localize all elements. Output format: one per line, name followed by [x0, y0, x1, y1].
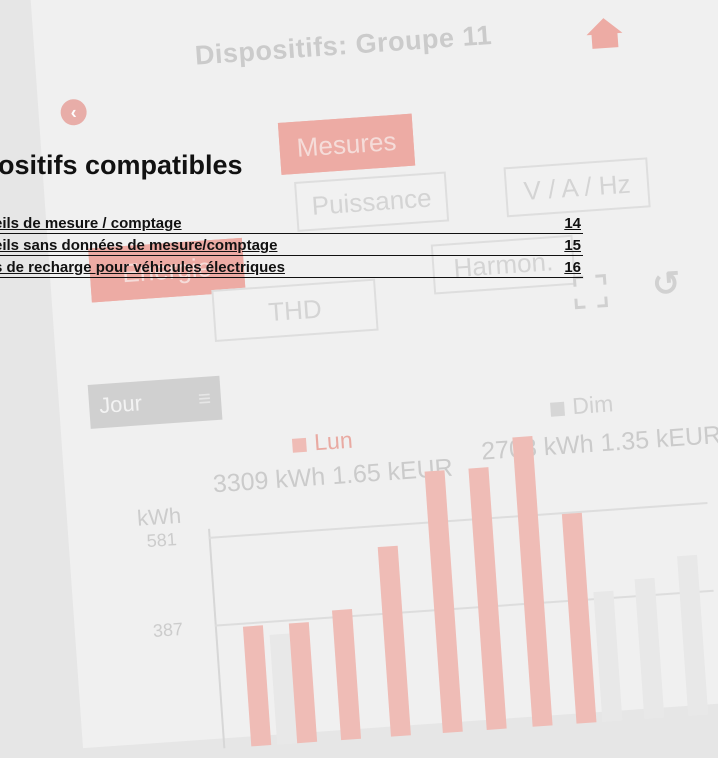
- table-of-contents: eils de mesure / comptage 14 eils sans d…: [0, 212, 583, 278]
- bar: [468, 467, 507, 730]
- legend-dim: Dim: [549, 390, 614, 421]
- bar: [512, 436, 553, 727]
- tab-v-a-hz[interactable]: V / A / Hz: [503, 157, 651, 218]
- tab-mesures[interactable]: Mesures: [277, 113, 416, 175]
- toc-entry-title[interactable]: s de recharge pour véhicules électriques: [0, 259, 285, 276]
- toc-entry[interactable]: s de recharge pour véhicules électriques…: [0, 256, 583, 278]
- bar: [561, 512, 597, 724]
- bar: [242, 625, 272, 747]
- toc-entry-page[interactable]: 14: [564, 215, 581, 232]
- period-label: Jour: [98, 390, 143, 419]
- bar: [332, 609, 362, 741]
- bar: [424, 470, 463, 734]
- bar-area: [214, 436, 718, 748]
- legend-swatch: [291, 437, 307, 453]
- toc-entry-page[interactable]: 15: [564, 237, 581, 254]
- toc-entry[interactable]: eils de mesure / comptage 14: [0, 212, 583, 234]
- tab-thd[interactable]: THD: [211, 278, 379, 342]
- toc-entry-page[interactable]: 16: [564, 259, 581, 276]
- toc-entry[interactable]: eils sans données de mesure/comptage 15: [0, 234, 583, 256]
- app-title: Dispositifs: Groupe 11: [193, 19, 493, 71]
- home-icon[interactable]: [583, 15, 625, 52]
- legend-lun: Lun: [291, 427, 353, 458]
- bar: [593, 590, 623, 722]
- expand-icon[interactable]: [571, 272, 609, 310]
- background-app-screenshot: Dispositifs: Groupe 11 ‹ Mesures Puissan…: [30, 0, 718, 749]
- period-selector[interactable]: Jour ≡: [87, 375, 223, 429]
- menu-icon: ≡: [197, 385, 212, 412]
- bar: [634, 577, 665, 719]
- bar: [377, 545, 411, 737]
- y-tick-581: 581: [146, 529, 178, 552]
- back-icon[interactable]: ‹: [59, 98, 88, 127]
- bar: [677, 554, 709, 716]
- y-tick-387: 387: [152, 618, 184, 641]
- legend-swatch: [550, 401, 565, 417]
- toc-entry-title[interactable]: eils sans données de mesure/comptage: [0, 237, 277, 254]
- section-title: ositifs compatibles: [0, 150, 243, 180]
- axis-unit: kWh: [136, 502, 182, 531]
- toc-entry-title[interactable]: eils de mesure / comptage: [0, 215, 182, 232]
- history-icon[interactable]: ↺: [651, 263, 682, 305]
